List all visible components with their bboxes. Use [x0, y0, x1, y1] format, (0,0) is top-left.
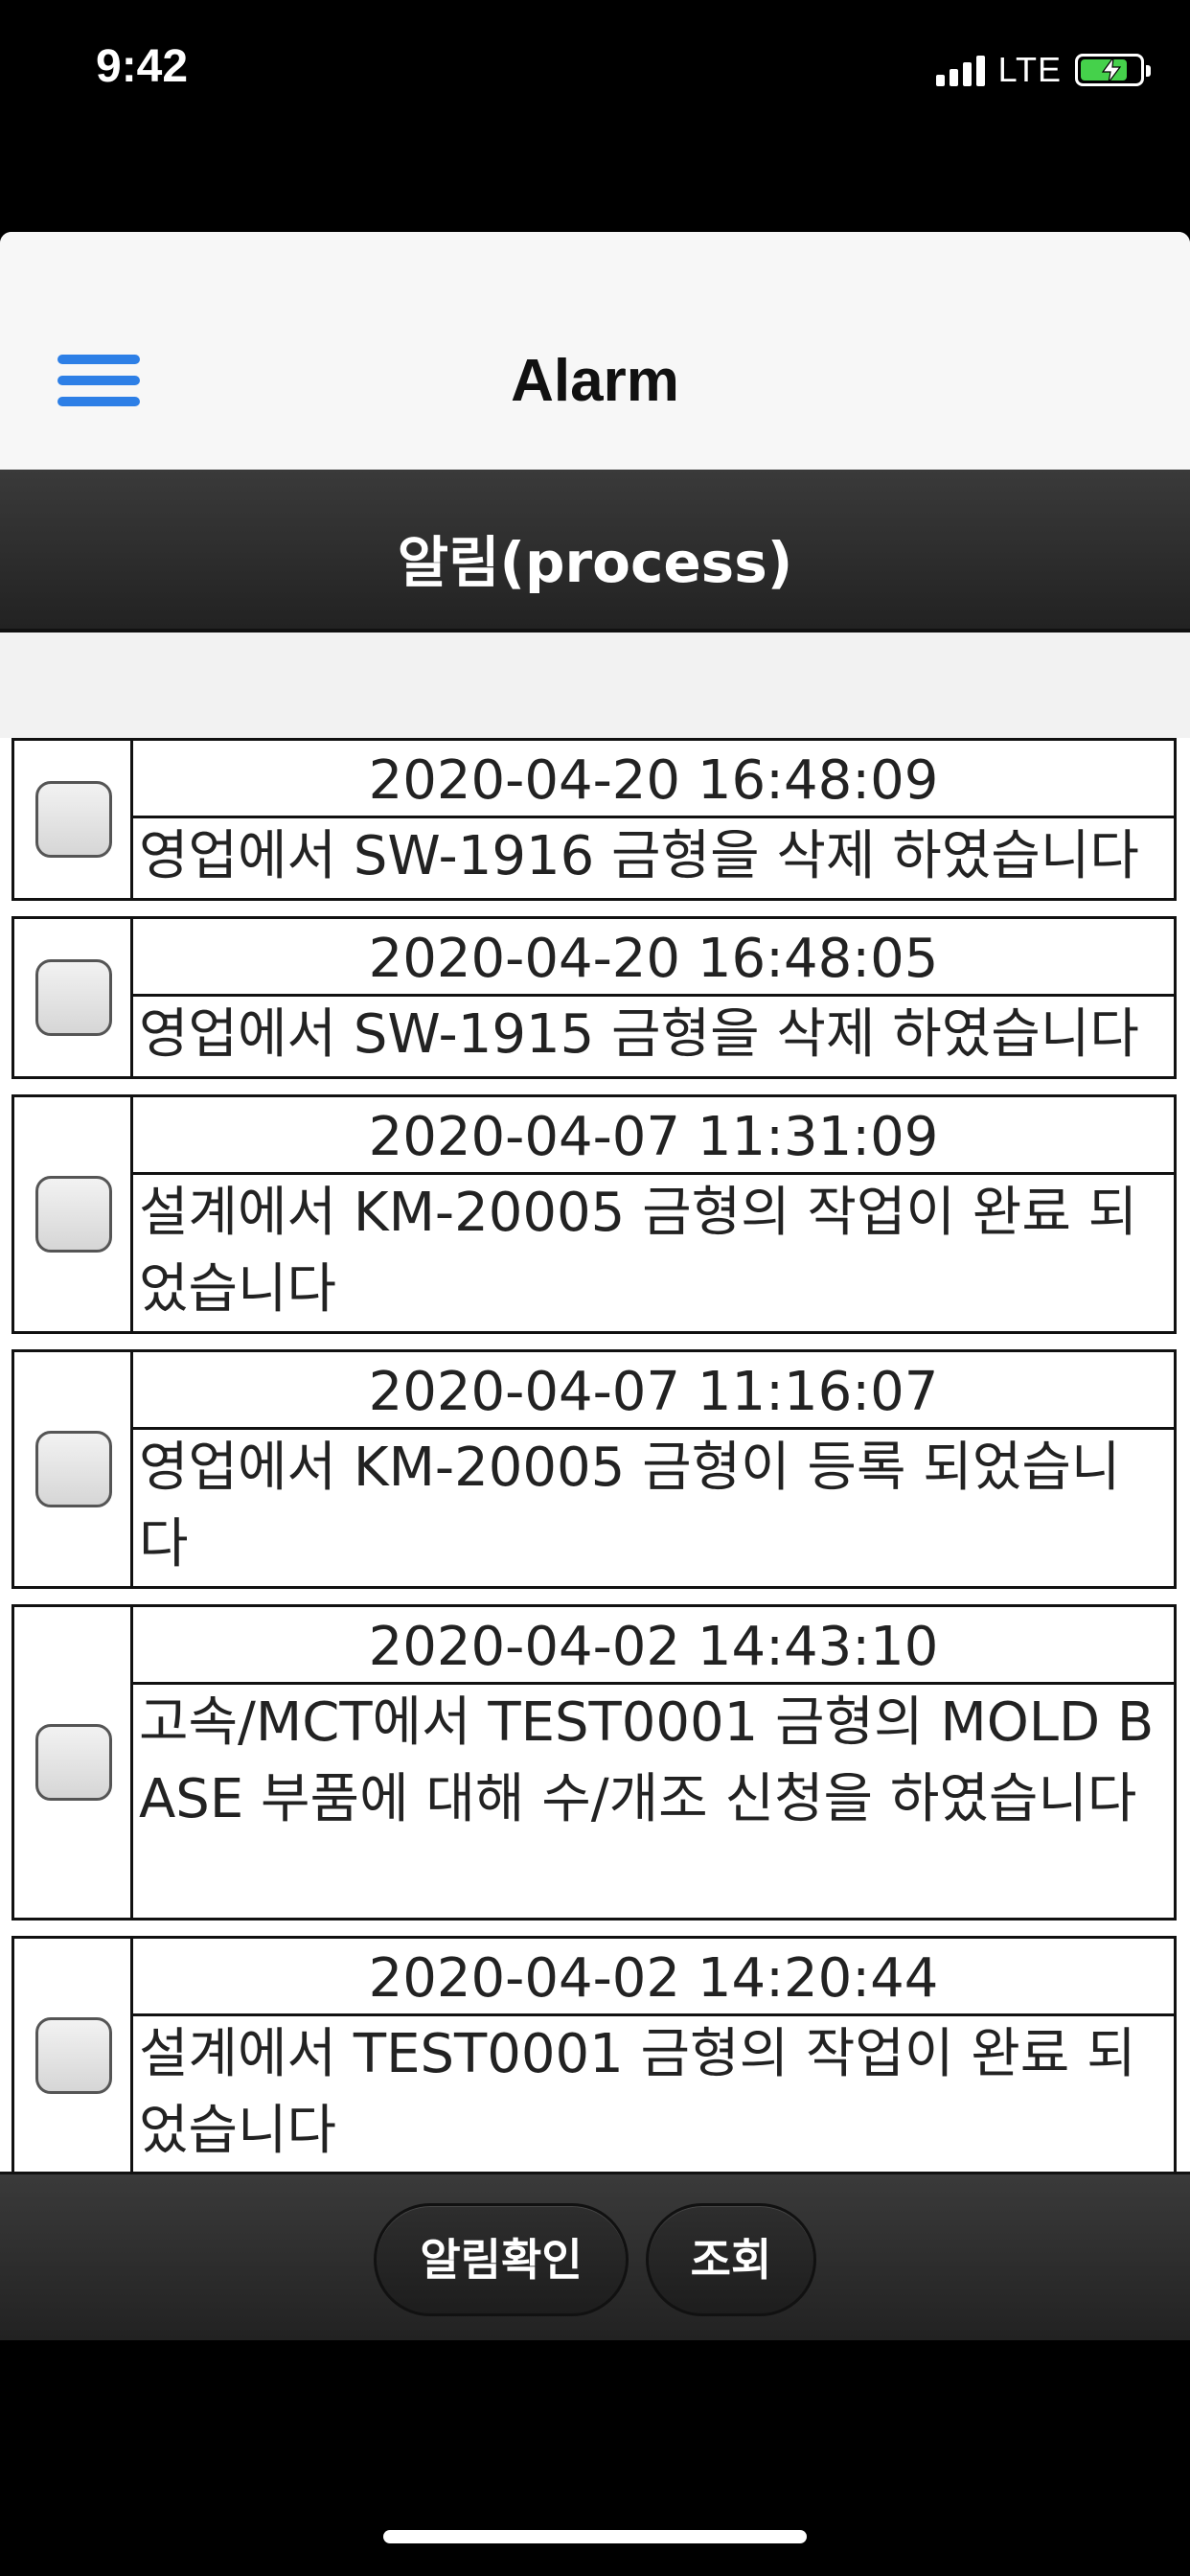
- alarm-message: 설계에서 TEST0001 금형의 작업이 완료 되었습니다: [139, 2023, 1136, 2162]
- alarm-row: 2020-04-02 14:43:10 고속/MCT에서 TEST0001 금형…: [11, 1604, 1177, 1920]
- cellular-signal-icon: [935, 54, 985, 86]
- alarm-timestamp: 2020-04-07 11:16:07: [133, 1352, 1174, 1430]
- checkbox-cell: [14, 919, 133, 1076]
- alarm-message: 영업에서 SW-1915 금형을 삭제 하였습니다: [139, 1003, 1139, 1066]
- checkbox-cell: [14, 1352, 133, 1586]
- battery-icon: [1075, 54, 1151, 86]
- alarm-timestamp: 2020-04-20 16:48:09: [133, 741, 1174, 818]
- alarm-message: 고속/MCT에서 TEST0001 금형의 MOLD BASE 부품에 대해 수…: [139, 1691, 1155, 1830]
- alarm-row: 2020-04-07 11:16:07 영업에서 KM-20005 금형이 등록…: [11, 1349, 1177, 1589]
- alarm-checkbox[interactable]: [35, 781, 112, 858]
- confirm-alarm-button[interactable]: 알림확인: [374, 2203, 629, 2316]
- alarm-timestamp: 2020-04-07 11:31:09: [133, 1097, 1174, 1175]
- alarm-timestamp: 2020-04-02 14:20:44: [133, 1939, 1174, 2016]
- list-spacer: [0, 632, 1190, 738]
- search-button[interactable]: 조회: [646, 2203, 816, 2316]
- checkbox-cell: [14, 1939, 133, 2173]
- page-title: Alarm: [511, 348, 679, 414]
- alarm-row: 2020-04-07 11:31:09 설계에서 KM-20005 금형의 작업…: [11, 1094, 1177, 1334]
- status-bar: 9:42 LTE: [0, 0, 1190, 144]
- alarm-checkbox[interactable]: [35, 959, 112, 1036]
- section-title: 알림(process): [397, 530, 793, 595]
- alarm-checkbox[interactable]: [35, 1431, 112, 1507]
- alarm-timestamp: 2020-04-20 16:48:05: [133, 919, 1174, 997]
- alarm-checkbox[interactable]: [35, 2017, 112, 2094]
- alarm-timestamp: 2020-04-02 14:43:10: [133, 1607, 1174, 1685]
- checkbox-cell: [14, 741, 133, 898]
- phone-screen: 9:42 LTE Alarm 알림(process) 2020-04-20 16…: [0, 0, 1190, 2576]
- checkbox-cell: [14, 1097, 133, 1331]
- navigation-bar: Alarm: [0, 232, 1190, 470]
- network-type: LTE: [997, 50, 1062, 89]
- section-header: 알림(process): [0, 470, 1190, 632]
- alarm-message: 영업에서 SW-1916 금형을 삭제 하였습니다: [139, 825, 1139, 887]
- alarm-checkbox[interactable]: [35, 1176, 112, 1253]
- home-indicator[interactable]: [383, 2530, 807, 2543]
- app-window: Alarm 알림(process) 2020-04-20 16:48:09 영업…: [0, 232, 1190, 2340]
- alarm-message: 영업에서 KM-20005 금형이 등록 되었습니다: [139, 1437, 1121, 1576]
- status-time: 9:42: [96, 41, 189, 92]
- checkbox-cell: [14, 1607, 133, 1918]
- alarm-checkbox[interactable]: [35, 1724, 112, 1801]
- alarm-row: 2020-04-20 16:48:09 영업에서 SW-1916 금형을 삭제 …: [11, 738, 1177, 901]
- alarm-row: 2020-04-02 14:20:44 설계에서 TEST0001 금형의 작업…: [11, 1936, 1177, 2175]
- alarm-message: 설계에서 KM-20005 금형의 작업이 완료 되었습니다: [139, 1182, 1138, 1321]
- charging-bolt-icon: [1101, 58, 1122, 82]
- alarm-row: 2020-04-20 16:48:05 영업에서 SW-1915 금형을 삭제 …: [11, 916, 1177, 1079]
- alarm-list[interactable]: 2020-04-20 16:48:09 영업에서 SW-1916 금형을 삭제 …: [0, 738, 1190, 2340]
- status-indicators: LTE: [935, 50, 1151, 90]
- bottom-toolbar: 알림확인 조회: [0, 2172, 1190, 2340]
